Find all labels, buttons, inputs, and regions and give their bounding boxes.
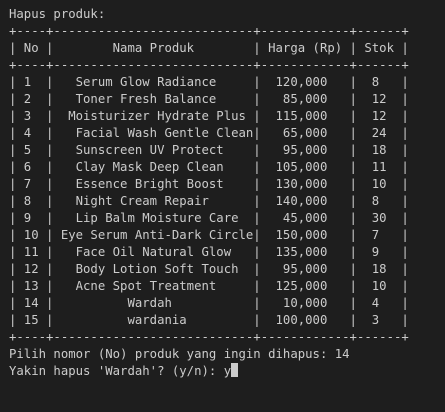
table-row: | 12 | Body Lotion Soft Touch | 95,000 |… (9, 262, 409, 276)
confirm-prompt-line[interactable]: Yakin hapus 'Wardah'? (y/n): y (9, 363, 239, 380)
table-row: | 3 | Moisturizer Hydrate Plus | 115,000… (9, 109, 409, 123)
table-row: | 11 | Face Oil Natural Glow | 135,000 |… (9, 245, 409, 259)
header-text: Hapus produk: (9, 7, 106, 21)
table-row: | 15 | wardania | 100,000 | 3 | (9, 313, 409, 327)
table-row: | 2 | Toner Fresh Balance | 85,000 | 12 … (9, 92, 409, 106)
table-row: | 1 | Serum Glow Radiance | 120,000 | 8 … (9, 75, 409, 89)
table-row: | 8 | Night Cream Repair | 140,000 | 8 | (9, 194, 409, 208)
terminal-window[interactable]: Hapus produk: +----+--------------------… (0, 0, 445, 412)
table-border-mid: +----+---------------------------+------… (9, 58, 409, 72)
text-cursor (231, 363, 239, 377)
table-border-top: +----+---------------------------+------… (9, 24, 409, 38)
confirm-prompt: Yakin hapus 'Wardah'? (y/n): y (9, 364, 232, 378)
table-header-row: | No | Nama Produk | Harga (Rp) | Stok | (9, 41, 409, 55)
table-row: | 14 | Wardah | 10,000 | 4 | (9, 296, 409, 310)
table-row: | 9 | Lip Balm Moisture Care | 45,000 | … (9, 211, 409, 225)
table-row: | 13 | Acne Spot Treatment | 125,000 | 1… (9, 279, 409, 293)
table-row: | 10 | Eye Serum Anti-Dark Circle| 150,0… (9, 228, 409, 242)
table-row: | 5 | Sunscreen UV Protect | 95,000 | 18… (9, 143, 409, 157)
table-row: | 7 | Essence Bright Boost | 130,000 | 1… (9, 177, 409, 191)
select-prompt: Pilih nomor (No) produk yang ingin dihap… (9, 347, 350, 361)
table-row: | 4 | Facial Wash Gentle Clean| 65,000 |… (9, 126, 409, 140)
table-border-bottom: +----+---------------------------+------… (9, 330, 409, 344)
table-row: | 6 | Clay Mask Deep Clean | 105,000 | 1… (9, 160, 409, 174)
